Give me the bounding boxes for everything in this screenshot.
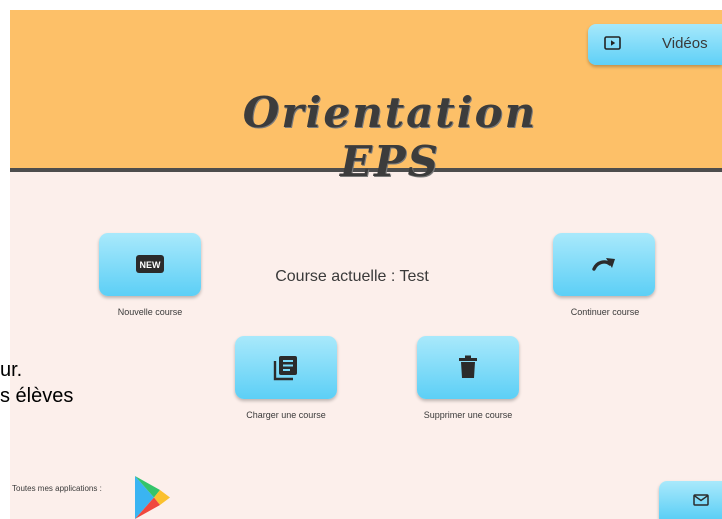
continue-course-caption: Continuer course bbox=[570, 307, 640, 317]
trash-icon bbox=[459, 355, 477, 378]
continue-course-button[interactable] bbox=[553, 233, 655, 296]
videos-button-label: Vidéos bbox=[662, 35, 708, 52]
new-course-caption: Nouvelle course bbox=[117, 307, 183, 317]
new-course-button[interactable]: NEW bbox=[99, 233, 201, 296]
google-play-icon[interactable] bbox=[134, 476, 170, 519]
background-text-line-2: s élèves bbox=[0, 385, 74, 407]
delete-course-caption: Supprimer une course bbox=[423, 410, 513, 420]
video-play-icon bbox=[604, 36, 621, 50]
mail-button[interactable] bbox=[659, 481, 722, 519]
background-text-line-1: ur. bbox=[0, 359, 23, 381]
current-course-label: Course actuelle : Test bbox=[275, 268, 429, 285]
redo-arrow-icon bbox=[592, 258, 615, 271]
mail-icon bbox=[693, 494, 709, 506]
app-title: Orientation EPS bbox=[242, 88, 538, 186]
all-apps-label: Toutes mes applications : bbox=[12, 484, 102, 493]
new-badge-text: NEW bbox=[140, 260, 162, 270]
new-badge-icon: NEW bbox=[136, 255, 164, 273]
delete-course-button[interactable] bbox=[417, 336, 519, 399]
load-course-caption: Charger une course bbox=[246, 410, 326, 420]
main-panel bbox=[10, 172, 722, 519]
documents-icon bbox=[273, 356, 297, 381]
videos-button[interactable]: Vidéos bbox=[588, 24, 722, 65]
load-course-button[interactable] bbox=[235, 336, 337, 399]
